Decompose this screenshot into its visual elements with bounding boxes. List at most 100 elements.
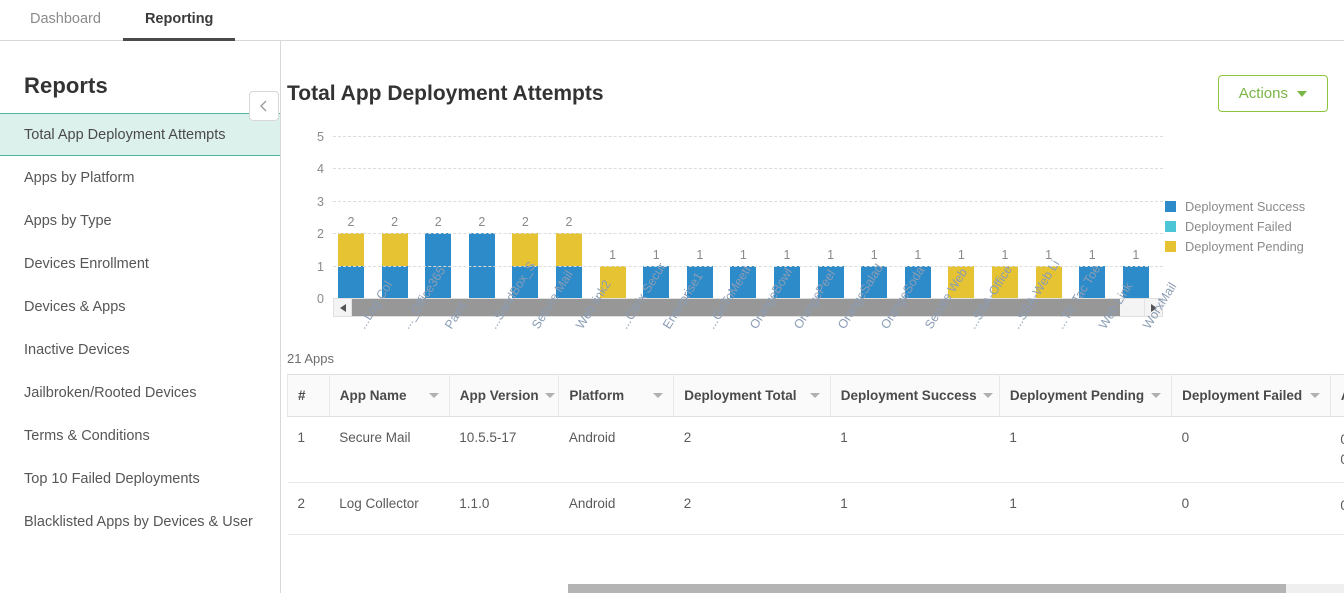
sidebar-item-0[interactable]: Total App Deployment Attempts [0, 113, 280, 156]
table-header-cell-5[interactable]: Deployment Success [830, 375, 999, 417]
table-cell-app_version: 1.1.0 [449, 483, 559, 535]
page-scrollbar-thumb[interactable] [568, 584, 1286, 593]
table-row[interactable]: 1Secure Mail10.5.5-17Android211003.10.20… [288, 417, 1344, 483]
chart-bar-total-label: 2 [391, 215, 398, 229]
sidebar-item-8[interactable]: Top 10 Failed Deployments [0, 457, 280, 500]
table-header-label: # [298, 388, 306, 403]
chart-scroll-left-button[interactable] [334, 299, 352, 316]
sort-caret-icon[interactable] [1151, 393, 1161, 398]
sidebar-item-3[interactable]: Devices Enrollment [0, 242, 280, 285]
tab-dashboard[interactable]: Dashboard [8, 0, 123, 41]
sidebar-item-label: Devices Enrollment [24, 256, 149, 272]
top-tab-bar: Dashboard Reporting [0, 0, 1344, 41]
table-header-cell-2[interactable]: App Version [449, 375, 559, 417]
apps-table-head: # App Name App Version Platform Deployment T… [288, 375, 1344, 417]
chart-bar-total-label: 1 [740, 248, 747, 262]
table-header-inner: Platform [569, 388, 663, 403]
chart-segment-success [338, 266, 364, 298]
sidebar-item-9[interactable]: Blacklisted Apps by Devices & User [0, 500, 280, 543]
legend-item-1[interactable]: Deployment Failed [1165, 219, 1344, 234]
triangle-left-icon [340, 304, 346, 312]
sidebar-item-label: Top 10 Failed Deployments [24, 471, 200, 487]
table-header-inner: App Name [340, 388, 439, 403]
available-date: 03.10.2017 [1340, 430, 1344, 450]
sort-caret-icon[interactable] [810, 393, 820, 398]
table-header-cell-0[interactable]: # [288, 375, 330, 417]
chart-bar-total-label: 1 [871, 248, 878, 262]
sidebar-item-5[interactable]: Inactive Devices [0, 328, 280, 371]
chart-gridline: 3 [333, 201, 1163, 202]
available-date: 03.10.2017 [1340, 496, 1344, 516]
sort-caret-icon[interactable] [653, 393, 663, 398]
sidebar-item-7[interactable]: Terms & Conditions [0, 414, 280, 457]
table-cell-available: 03.10.2017 [1330, 483, 1344, 535]
sidebar-item-label: Terms & Conditions [24, 428, 150, 444]
sidebar-item-2[interactable]: Apps by Type [0, 199, 280, 242]
legend-swatch [1165, 221, 1176, 232]
chart-bar-total-label: 2 [478, 215, 485, 229]
tab-dashboard-label: Dashboard [30, 11, 101, 27]
chart-y-tick-label: 4 [317, 162, 324, 176]
sidebar-collapse-button[interactable] [249, 91, 279, 121]
legend-item-2[interactable]: Deployment Pending [1165, 239, 1344, 254]
chart-bar-total-label: 1 [1132, 248, 1139, 262]
caret-down-icon [1297, 91, 1307, 97]
sidebar-item-1[interactable]: Apps by Platform [0, 156, 280, 199]
sort-caret-icon[interactable] [545, 393, 555, 398]
actions-button-label: Actions [1239, 85, 1288, 102]
actions-button[interactable]: Actions [1218, 75, 1328, 112]
sidebar-item-label: Apps by Platform [24, 170, 134, 186]
apps-table-body: 1Secure Mail10.5.5-17Android211003.10.20… [288, 417, 1344, 535]
table-header-label: Deployment Total [684, 388, 796, 403]
table-cell-platform: Android [559, 483, 674, 535]
chart-bar-total-label: 2 [522, 215, 529, 229]
table-cell-deployment_success: 1 [830, 483, 999, 535]
table-cell-deployment_total: 2 [674, 417, 831, 483]
chart-bar-total-label: 1 [696, 248, 703, 262]
chart-segment-pending [382, 233, 408, 265]
page-horizontal-scrollbar[interactable] [568, 584, 1344, 593]
table-cell-platform: Android [559, 417, 674, 483]
sort-caret-icon[interactable] [983, 393, 993, 398]
table-header-inner: Deployment Success [841, 388, 989, 403]
tab-reporting-label: Reporting [145, 11, 213, 27]
sidebar-item-label: Inactive Devices [24, 342, 130, 358]
reports-sidebar: Reports Total App Deployment AttemptsApp… [0, 41, 281, 593]
table-cell-available: 03.10.201708:32:28 [1330, 417, 1344, 483]
legend-item-0[interactable]: Deployment Success [1165, 199, 1344, 214]
table-header-cell-1[interactable]: App Name [329, 375, 449, 417]
table-header-inner: Deployment Failed [1182, 388, 1320, 403]
chart-bar-total-label: 1 [1002, 248, 1009, 262]
chart-gridline: 2 [333, 233, 1163, 234]
table-cell-deployment_pending: 1 [999, 483, 1171, 535]
sidebar-item-label: Jailbroken/Rooted Devices [24, 385, 196, 401]
table-header-cell-4[interactable]: Deployment Total [674, 375, 831, 417]
legend-swatch [1165, 241, 1176, 252]
table-header-inner: Deployment Total [684, 388, 820, 403]
chart-bar-total-label: 1 [1089, 248, 1096, 262]
sidebar-item-label: Apps by Type [24, 213, 112, 229]
sort-caret-icon[interactable] [429, 393, 439, 398]
table-cell-deployment_pending: 1 [999, 417, 1171, 483]
tab-reporting[interactable]: Reporting [123, 0, 235, 41]
table-header-cell-8[interactable]: Available [1330, 375, 1344, 417]
table-header-label: Deployment Failed [1182, 388, 1302, 403]
sort-caret-icon[interactable] [1310, 393, 1320, 398]
table-header-cell-3[interactable]: Platform [559, 375, 674, 417]
table-row[interactable]: 2Log Collector1.1.0Android211003.10.2017 [288, 483, 1344, 535]
table-header-row: # App Name App Version Platform Deployment T… [288, 375, 1344, 417]
table-cell-index: 2 [288, 483, 330, 535]
table-cell-deployment_failed: 0 [1172, 483, 1331, 535]
table-cell-app_version: 10.5.5-17 [449, 417, 559, 483]
table-header-cell-7[interactable]: Deployment Failed [1172, 375, 1331, 417]
sidebar-item-6[interactable]: Jailbroken/Rooted Devices [0, 371, 280, 414]
table-header-cell-6[interactable]: Deployment Pending [999, 375, 1171, 417]
chart-bar-total-label: 1 [914, 248, 921, 262]
apps-table: # App Name App Version Platform Deployment T… [287, 374, 1344, 535]
table-cell-deployment_success: 1 [830, 417, 999, 483]
available-time: 08:32:28 [1340, 450, 1344, 470]
table-header-label: App Version [460, 388, 539, 403]
chart-bar-total-label: 1 [827, 248, 834, 262]
sidebar-item-4[interactable]: Devices & Apps [0, 285, 280, 328]
chart-bar-total-label: 1 [784, 248, 791, 262]
